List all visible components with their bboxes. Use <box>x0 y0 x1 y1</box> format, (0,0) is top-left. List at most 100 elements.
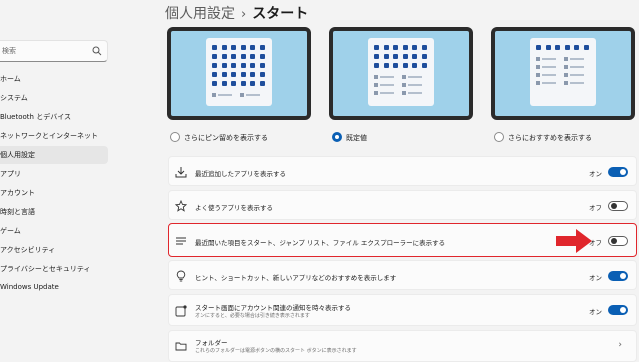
sidebar-item-label: 個人用設定 <box>0 151 35 159</box>
pinned-app-icon <box>240 81 246 86</box>
setting-subtitle: オンにすると、必要な場合は引き続き表示されます <box>195 313 310 319</box>
setting-title: スタート画面にアカウント関連の通知を時々表示する <box>195 304 351 312</box>
pinned-app-icon <box>221 54 227 59</box>
sidebar-item-label: プライバシーとセキュリティ <box>0 265 91 273</box>
sidebar-item-label: ホーム <box>0 75 21 83</box>
setting-title: よく使うアプリを表示する <box>195 204 273 212</box>
sidebar-item-time-language[interactable]: 時刻と言語 <box>0 203 108 221</box>
pinned-app-icon <box>212 54 217 59</box>
recommended-item-icon <box>564 73 568 77</box>
sidebar-item-label: アプリ <box>0 170 21 178</box>
recommended-item-line <box>542 58 556 60</box>
pinned-app-icon <box>383 54 389 59</box>
folder-icon <box>175 342 187 351</box>
setting-subtitle: これらのフォルダーは電源ボタンの横のスタート ボタンに表示されます <box>195 348 357 354</box>
pinned-app-icon <box>231 81 236 86</box>
toggle-state-label: オン <box>589 274 602 282</box>
pinned-app-icon <box>212 81 217 86</box>
pinned-app-icon <box>383 45 389 50</box>
setting-folders[interactable]: フォルダー これらのフォルダーは電源ボタンの横のスタート ボタンに表示されます … <box>168 330 637 362</box>
sidebar-item-label: ゲーム <box>0 227 21 235</box>
recommended-item-icon <box>374 75 378 79</box>
sidebar-item-network[interactable]: ネットワークとインターネット <box>0 127 108 145</box>
recommended-item-icon <box>402 91 406 95</box>
radio-button[interactable] <box>494 132 504 142</box>
layout-preview-default[interactable] <box>329 27 473 120</box>
sidebar-item-accessibility[interactable]: アクセシビリティ <box>0 241 108 259</box>
pinned-app-icon <box>421 63 427 68</box>
search-box[interactable]: 検索 <box>0 40 108 62</box>
pinned-app-icon <box>259 81 265 86</box>
toggle-state-label: オン <box>589 170 602 178</box>
chevron-right-icon[interactable]: › <box>618 340 622 350</box>
pinned-app-icon <box>259 63 265 68</box>
sidebar-item-windows-update[interactable]: Windows Update <box>0 279 108 297</box>
pinned-app-icon <box>564 45 570 50</box>
start-menu-mockup <box>368 38 434 106</box>
search-icon[interactable] <box>92 45 102 57</box>
recommended-item-icon <box>240 93 244 97</box>
recommended-item-line <box>542 82 556 84</box>
recommended-item-icon <box>564 65 568 69</box>
toggle-knob <box>620 307 626 313</box>
preview-screen <box>171 31 307 116</box>
sidebar-item-apps[interactable]: アプリ <box>0 165 108 183</box>
radio-button-selected[interactable] <box>332 132 342 142</box>
recommended-item-icon <box>212 93 216 97</box>
layout-preview-more-recommendations[interactable] <box>491 27 635 120</box>
notification-icon <box>175 305 187 317</box>
recommended-item-line <box>570 58 584 60</box>
sidebar-item-accounts[interactable]: アカウント <box>0 184 108 202</box>
sidebar-item-privacy[interactable]: プライバシーとセキュリティ <box>0 260 108 278</box>
pinned-app-icon <box>221 81 227 86</box>
recommended-item-icon <box>564 57 568 61</box>
pinned-app-icon <box>240 54 246 59</box>
toggle-switch[interactable] <box>608 236 628 246</box>
setting-title: 最近追加したアプリを表示する <box>195 170 286 178</box>
recommended-item-line <box>408 92 422 94</box>
sidebar-item-home[interactable]: ホーム <box>0 70 108 88</box>
pinned-app-icon <box>545 45 551 50</box>
pinned-app-icon <box>221 72 227 77</box>
toggle-switch[interactable] <box>608 167 628 177</box>
sidebar-item-gaming[interactable]: ゲーム <box>0 222 108 240</box>
pinned-app-icon <box>240 45 246 50</box>
recommended-item-line <box>542 66 556 68</box>
toggle-switch[interactable] <box>608 271 628 281</box>
pinned-app-icon <box>240 63 246 68</box>
pinned-app-icon <box>221 63 227 68</box>
sidebar-item-label: アクセシビリティ <box>0 246 56 254</box>
recommended-item-line <box>408 84 422 86</box>
layout-preview-more-pins[interactable] <box>167 27 311 120</box>
breadcrumb-parent[interactable]: 個人用設定 <box>165 6 235 22</box>
recommended-item-icon <box>536 73 540 77</box>
sidebar-item-personalization[interactable]: 個人用設定 <box>0 146 108 164</box>
recommended-item-line <box>380 76 394 78</box>
recommended-item-icon <box>536 65 540 69</box>
sidebar-item-system[interactable]: システム <box>0 89 108 107</box>
recommended-item-icon <box>564 81 568 85</box>
start-menu-mockup <box>530 38 596 106</box>
recommended-item-line <box>570 74 584 76</box>
recommended-item-icon <box>374 91 378 95</box>
radio-label: 既定値 <box>346 134 367 142</box>
pinned-app-icon <box>393 54 398 59</box>
preview-screen <box>333 31 469 116</box>
search-input[interactable]: 検索 <box>2 46 16 56</box>
toggle-switch[interactable] <box>608 305 628 315</box>
recommended-item-icon <box>402 75 406 79</box>
pinned-app-icon <box>574 45 579 50</box>
pinned-app-icon <box>231 45 236 50</box>
pinned-app-icon <box>250 72 255 77</box>
pinned-app-icon <box>412 45 417 50</box>
recommended-item-icon <box>402 83 406 87</box>
toggle-switch[interactable] <box>608 201 628 211</box>
preview-screen <box>495 31 631 116</box>
setting-title: 最近開いた項目をスタート、ジャンプ リスト、ファイル エクスプローラーに表示する <box>195 239 446 247</box>
sidebar-item-bluetooth[interactable]: Bluetooth とデバイス <box>0 108 108 126</box>
setting-title: ヒント、ショートカット、新しいアプリなどのおすすめを表示します <box>195 274 397 282</box>
pinned-app-icon <box>212 45 217 50</box>
radio-button[interactable] <box>170 132 180 142</box>
pinned-app-icon <box>374 54 379 59</box>
pinned-app-icon <box>583 45 589 50</box>
